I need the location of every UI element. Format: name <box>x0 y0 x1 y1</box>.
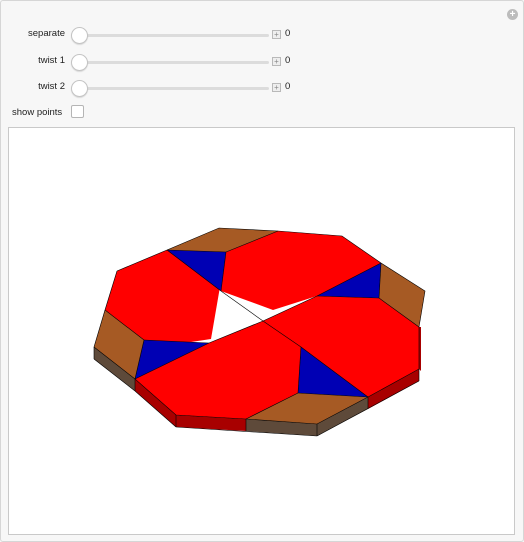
slider-row-separate: separate + 0 <box>1 24 301 44</box>
slider-value-separate: 0 <box>285 28 291 39</box>
slider-value-twist-1: 0 <box>285 55 291 66</box>
slider-expand-plus-icon[interactable]: + <box>272 83 281 92</box>
slider-label-twist-2: twist 2 <box>38 81 65 92</box>
slider-label-separate: separate <box>28 28 65 39</box>
slider-row-twist-2: twist 2 + 0 <box>1 77 301 97</box>
slider-track-twist-2[interactable] <box>75 87 269 90</box>
graphics-3d-output[interactable] <box>8 127 515 535</box>
slider-thumb-twist-2[interactable] <box>71 80 88 97</box>
slider-expand-plus-icon[interactable]: + <box>272 57 281 66</box>
options-plus-icon[interactable]: + <box>507 9 518 20</box>
slider-label-twist-1: twist 1 <box>38 55 65 66</box>
slider-track-twist-1[interactable] <box>75 61 269 64</box>
show-points-checkbox[interactable] <box>71 105 84 118</box>
manipulate-panel: + separate + 0 twist 1 + 0 twist 2 + 0 s… <box>0 0 524 542</box>
slider-expand-plus-icon[interactable]: + <box>272 30 281 39</box>
slider-track-separate[interactable] <box>75 34 269 37</box>
slider-value-twist-2: 0 <box>285 81 291 92</box>
octagon-dissection-graphic[interactable] <box>9 128 514 534</box>
slider-thumb-separate[interactable] <box>71 27 88 44</box>
slider-row-twist-1: twist 1 + 0 <box>1 51 301 71</box>
checkbox-row-show-points: show points <box>1 103 301 123</box>
slider-thumb-twist-1[interactable] <box>71 54 88 71</box>
show-points-label: show points <box>12 107 63 118</box>
